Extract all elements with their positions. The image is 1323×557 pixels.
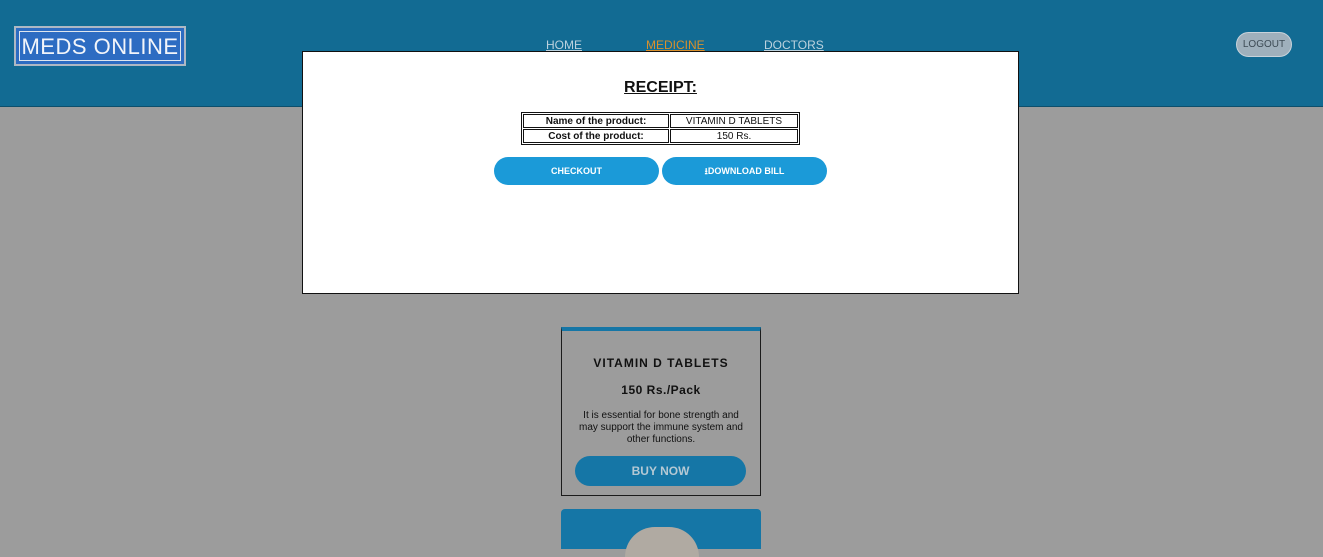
download-bill-label: DOWNLOAD BILL: [707, 166, 785, 176]
receipt-value: VITAMIN D TABLETS: [670, 114, 798, 128]
receipt-table: Name of the product: VITAMIN D TABLETS C…: [521, 112, 800, 145]
table-row: Name of the product: VITAMIN D TABLETS: [523, 114, 798, 128]
product-name: VITAMIN D TABLETS: [593, 356, 729, 370]
checkout-button[interactable]: CHECKOUT: [494, 157, 659, 185]
logo-text: MEDS ONLINE: [21, 34, 179, 59]
logo[interactable]: MEDS ONLINE: [14, 26, 186, 66]
table-row: Cost of the product: 150 Rs.: [523, 129, 798, 143]
nav-doctors-link[interactable]: DOCTORS: [764, 38, 824, 52]
product-image: [625, 527, 699, 557]
product-card: VITAMIN D TABLETS 150 Rs./Pack It is ess…: [561, 327, 761, 496]
product-price: 150 Rs./Pack: [621, 383, 701, 397]
logout-button[interactable]: LOGOUT: [1236, 32, 1292, 57]
download-bill-button[interactable]: ⭳DOWNLOAD BILL: [662, 157, 827, 185]
receipt-modal: RECEIPT: Name of the product: VITAMIN D …: [302, 51, 1019, 294]
nav-home-link[interactable]: HOME: [546, 38, 582, 52]
nav-medicine-link[interactable]: MEDICINE: [646, 38, 705, 52]
receipt-label: Cost of the product:: [523, 129, 669, 143]
receipt-title: RECEIPT:: [624, 79, 697, 96]
buy-now-button[interactable]: BUY NOW: [575, 456, 746, 486]
next-product-card: [561, 509, 761, 557]
receipt-label: Name of the product:: [523, 114, 669, 128]
receipt-value: 150 Rs.: [670, 129, 798, 143]
product-description: It is essential for bone strength and ma…: [579, 410, 743, 445]
